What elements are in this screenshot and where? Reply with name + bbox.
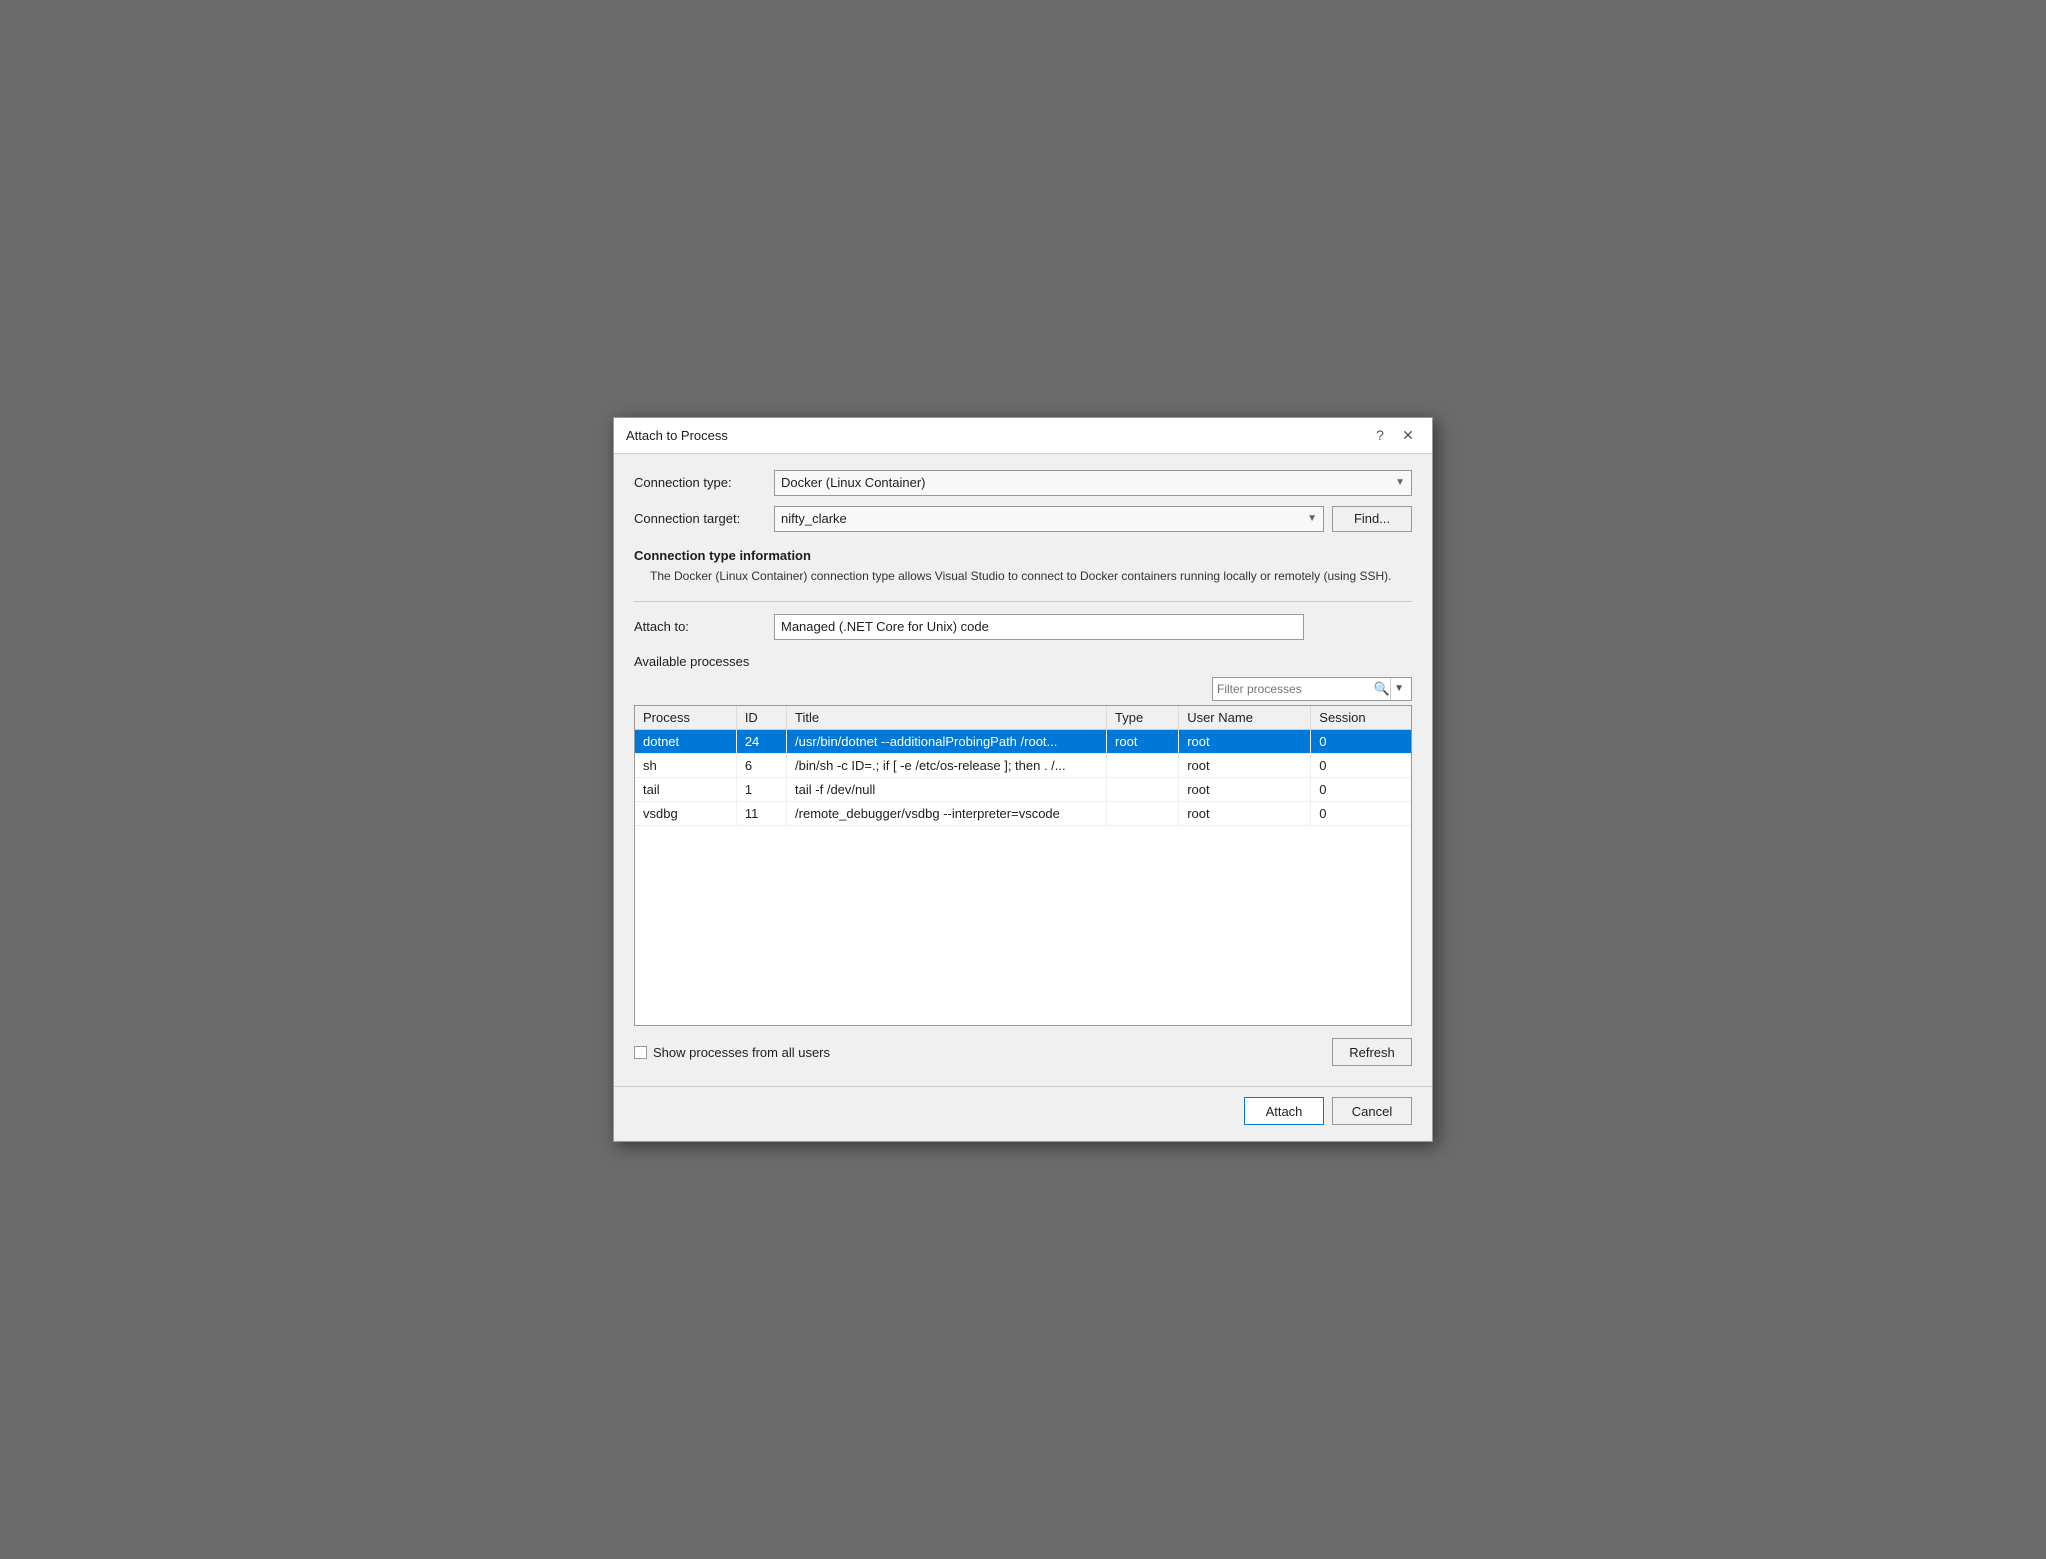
- connection-type-combobox[interactable]: Docker (Linux Container) ▼: [774, 470, 1412, 496]
- connection-target-value: nifty_clarke: [781, 511, 847, 526]
- filter-row: 🔍 ▼: [634, 677, 1412, 701]
- table-header-row: Process ID Title Type User Name Session: [635, 706, 1411, 730]
- chevron-down-icon: ▼: [1395, 477, 1405, 488]
- dialog-footer: Attach Cancel: [614, 1086, 1432, 1141]
- search-icon: 🔍: [1374, 681, 1390, 697]
- attach-to-process-dialog: Attach to Process ? ✕ Connection type: D…: [613, 417, 1433, 1143]
- attach-to-row: Attach to: Managed (.NET Core for Unix) …: [634, 614, 1412, 640]
- filter-dropdown-button[interactable]: ▼: [1390, 678, 1407, 700]
- close-button[interactable]: ✕: [1396, 423, 1420, 447]
- connection-type-control: Docker (Linux Container) ▼: [774, 470, 1412, 496]
- connection-target-combobox[interactable]: nifty_clarke ▼: [774, 506, 1324, 532]
- col-process: Process: [635, 706, 736, 730]
- refresh-button[interactable]: Refresh: [1332, 1038, 1412, 1066]
- title-bar: Attach to Process ? ✕: [614, 418, 1432, 454]
- filter-input[interactable]: [1217, 682, 1374, 696]
- col-type: Type: [1107, 706, 1179, 730]
- dialog-body: Connection type: Docker (Linux Container…: [614, 454, 1432, 1083]
- connection-type-row: Connection type: Docker (Linux Container…: [634, 470, 1412, 496]
- show-all-users-label[interactable]: Show processes from all users: [634, 1045, 830, 1060]
- connection-type-value: Docker (Linux Container): [781, 475, 926, 490]
- connection-target-row: Connection target: nifty_clarke ▼ Find..…: [634, 506, 1412, 532]
- show-all-text: Show processes from all users: [653, 1045, 830, 1060]
- attach-to-label: Attach to:: [634, 619, 774, 634]
- connection-target-label: Connection target:: [634, 511, 774, 526]
- attach-to-value[interactable]: Managed (.NET Core for Unix) code: [774, 614, 1304, 640]
- find-button[interactable]: Find...: [1332, 506, 1412, 532]
- process-table-wrap: Process ID Title Type User Name Session …: [634, 705, 1412, 1027]
- col-username: User Name: [1179, 706, 1311, 730]
- info-text: The Docker (Linux Container) connection …: [650, 567, 1412, 585]
- available-processes-title: Available processes: [634, 654, 1412, 669]
- table-row[interactable]: vsdbg11/remote_debugger/vsdbg --interpre…: [635, 801, 1411, 825]
- col-title: Title: [787, 706, 1107, 730]
- connection-target-control: nifty_clarke ▼ Find...: [774, 506, 1412, 532]
- table-row[interactable]: tail1tail -f /dev/nullroot0: [635, 777, 1411, 801]
- chevron-down-icon: ▼: [1307, 513, 1317, 524]
- connection-type-label: Connection type:: [634, 475, 774, 490]
- info-section: Connection type information The Docker (…: [634, 542, 1412, 589]
- table-row[interactable]: sh6/bin/sh -c ID=.; if [ -e /etc/os-rele…: [635, 753, 1411, 777]
- dialog-title: Attach to Process: [626, 428, 728, 443]
- col-session: Session: [1311, 706, 1411, 730]
- table-row[interactable]: dotnet24/usr/bin/dotnet --additionalProb…: [635, 729, 1411, 753]
- info-title: Connection type information: [634, 548, 1412, 563]
- show-all-checkbox[interactable]: [634, 1046, 647, 1059]
- bottom-row: Show processes from all users Refresh: [634, 1038, 1412, 1066]
- process-table: Process ID Title Type User Name Session …: [635, 706, 1411, 1026]
- section-divider: [634, 601, 1412, 602]
- table-empty-space: [635, 825, 1411, 1025]
- col-id: ID: [736, 706, 786, 730]
- title-bar-controls: ? ✕: [1368, 423, 1420, 447]
- filter-box: 🔍 ▼: [1212, 677, 1412, 701]
- help-button[interactable]: ?: [1368, 423, 1392, 447]
- attach-button[interactable]: Attach: [1244, 1097, 1324, 1125]
- cancel-button[interactable]: Cancel: [1332, 1097, 1412, 1125]
